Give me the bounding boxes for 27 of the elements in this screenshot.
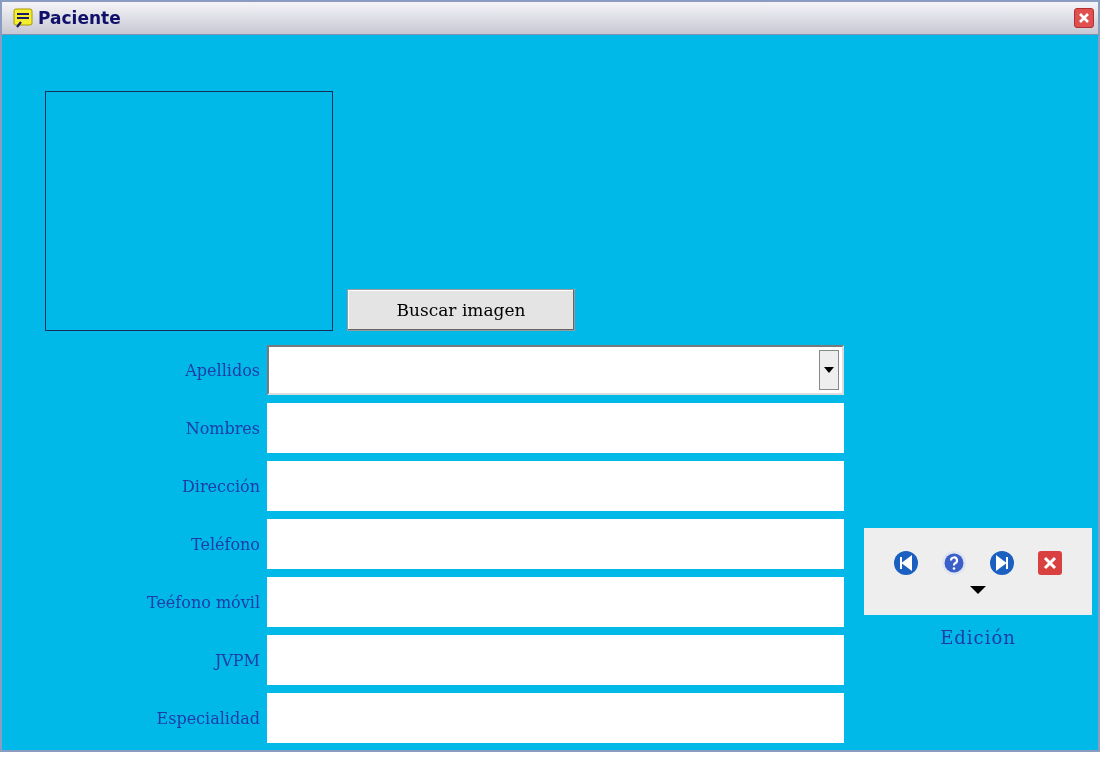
- dropdown-field[interactable]: [267, 345, 844, 395]
- field-label: Especialidad: [155, 708, 260, 728]
- note-icon: [12, 7, 34, 29]
- text-field[interactable]: [267, 461, 844, 511]
- text-field[interactable]: [267, 693, 844, 743]
- text-field[interactable]: [267, 635, 844, 685]
- caret-icon[interactable]: [970, 586, 986, 594]
- text-field[interactable]: [267, 519, 844, 569]
- close-icon[interactable]: [1037, 550, 1063, 576]
- field-label: JVPM: [212, 650, 260, 670]
- field-label: Dirección: [180, 476, 260, 496]
- cross-icon: [1077, 11, 1091, 25]
- field-label: Nombres: [184, 418, 260, 438]
- text-field[interactable]: [267, 403, 844, 453]
- window-title: Paciente: [38, 8, 122, 28]
- close-button[interactable]: [1074, 8, 1094, 28]
- search-image-button[interactable]: Buscar imagen: [347, 289, 575, 331]
- field-label: Teéfono móvil: [145, 592, 260, 612]
- toolbar-label: Edición: [940, 627, 1016, 648]
- last-record-icon[interactable]: [989, 550, 1015, 576]
- dropdown-button[interactable]: [819, 350, 839, 390]
- field-label: Teléfono: [190, 534, 260, 554]
- text-field[interactable]: [267, 577, 844, 627]
- help-icon[interactable]: [941, 550, 967, 576]
- first-record-icon[interactable]: [893, 550, 919, 576]
- field-label: Apellidos: [184, 360, 260, 380]
- caret-icon: [824, 367, 834, 373]
